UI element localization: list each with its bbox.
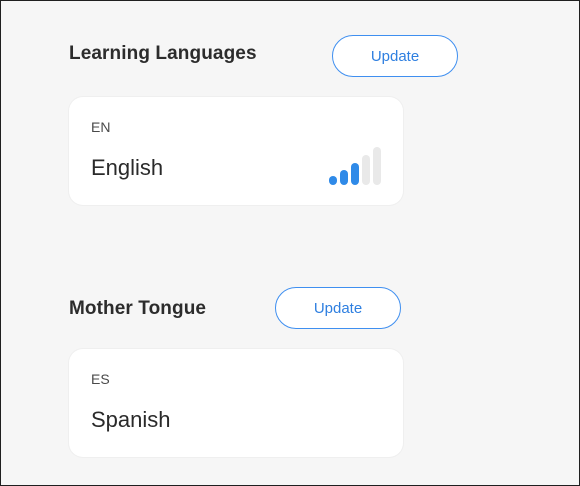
learning-languages-section: Learning Languages bbox=[69, 43, 257, 65]
proficiency-bar-1 bbox=[329, 176, 337, 185]
language-code: ES bbox=[91, 371, 110, 387]
learning-languages-title: Learning Languages bbox=[69, 43, 257, 64]
learning-languages-update-button[interactable]: Update bbox=[332, 35, 458, 77]
language-name: Spanish bbox=[91, 407, 171, 432]
mother-tongue-header: Mother Tongue bbox=[69, 298, 206, 320]
proficiency-level-icon bbox=[329, 147, 381, 185]
proficiency-bar-2 bbox=[340, 170, 348, 185]
proficiency-bar-3 bbox=[351, 163, 359, 185]
learning-languages-header: Learning Languages bbox=[69, 43, 257, 65]
proficiency-bar-5 bbox=[373, 147, 381, 185]
languages-panel: Learning Languages Update EN English Mot… bbox=[0, 0, 580, 486]
language-card-spanish: ES Spanish bbox=[69, 349, 403, 457]
proficiency-bar-4 bbox=[362, 155, 370, 185]
mother-tongue-section: Mother Tongue bbox=[69, 298, 206, 320]
language-code: EN bbox=[91, 119, 111, 135]
mother-tongue-title: Mother Tongue bbox=[69, 298, 207, 319]
language-card-english: EN English bbox=[69, 97, 403, 205]
mother-tongue-update-button[interactable]: Update bbox=[275, 287, 401, 329]
language-name: English bbox=[91, 155, 164, 180]
